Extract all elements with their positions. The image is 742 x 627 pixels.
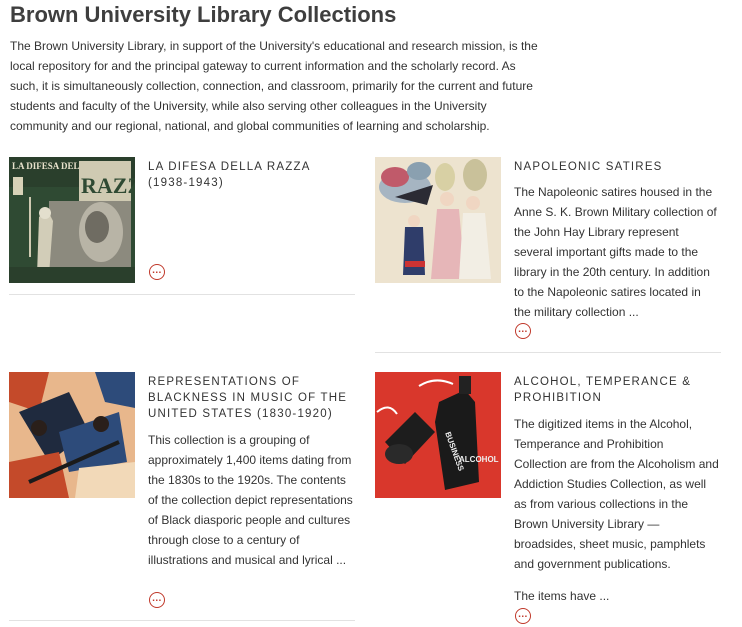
ellipsis-icon: … [151, 264, 163, 276]
collection-description-more: The items have ... [514, 589, 610, 603]
more-button[interactable]: … [149, 592, 165, 608]
collection-card: Representations of Blackness in Music of… [9, 372, 355, 622]
collection-title[interactable]: La Difesa della Razza (1938-1943) [148, 159, 353, 191]
intro-text: The Brown University Library, in support… [10, 39, 538, 133]
collection-thumbnail[interactable]: BUSINESS ALCOHOL [375, 372, 501, 498]
collection-thumbnail[interactable] [375, 157, 501, 283]
svg-text:ALCOHOL: ALCOHOL [459, 455, 499, 464]
collection-thumbnail[interactable] [9, 372, 135, 498]
ellipsis-icon: … [517, 608, 529, 620]
collection-description: The Napoleonic satires housed in the Ann… [514, 185, 717, 319]
collection-title[interactable]: Napoleonic Satires [514, 159, 719, 175]
collection-description: This collection is a grouping of approxi… [148, 433, 353, 567]
svg-text:RAZZA: RAZZA [81, 173, 135, 198]
card-divider [9, 620, 355, 621]
collection-description: The digitized items in the Alcohol, Temp… [514, 417, 719, 571]
collection-card: BUSINESS ALCOHOL Alcohol, Temperance & P… [375, 372, 721, 627]
more-button[interactable]: … [515, 608, 531, 624]
page-title: Brown University Library Collections [10, 2, 397, 27]
card-divider [375, 352, 721, 353]
collection-title[interactable]: Representations of Blackness in Music of… [148, 374, 353, 422]
more-button[interactable]: … [515, 323, 531, 339]
card-divider [9, 294, 355, 295]
more-button[interactable]: … [149, 264, 165, 280]
collection-card: Napoleonic Satires The Napoleonic satire… [375, 157, 721, 355]
ellipsis-icon: … [151, 592, 163, 604]
collection-card: LA DIFESA DELLA RAZZA La Difesa della Ra… [9, 157, 355, 297]
collection-thumbnail[interactable]: LA DIFESA DELLA RAZZA [9, 157, 135, 283]
collection-title[interactable]: Alcohol, Temperance & Prohibition [514, 374, 719, 406]
ellipsis-icon: … [517, 323, 529, 335]
